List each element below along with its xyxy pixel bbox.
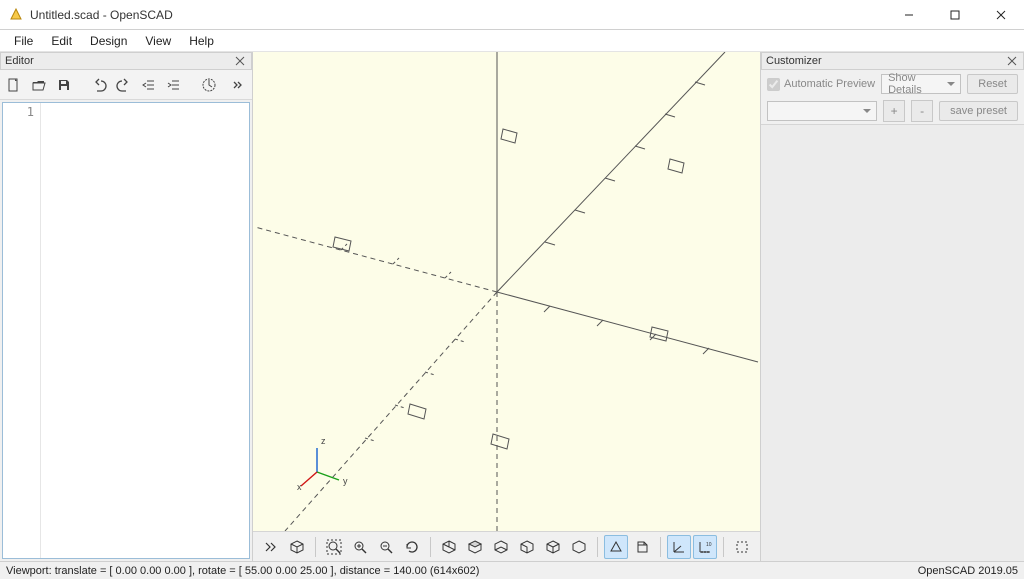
viewport-canvas[interactable]: z y x xyxy=(253,52,760,531)
menu-view[interactable]: View xyxy=(137,32,179,50)
minimize-button[interactable] xyxy=(886,0,932,30)
save-preset-button[interactable]: save preset xyxy=(939,101,1018,121)
status-version: OpenSCAD 2019.05 xyxy=(918,565,1018,577)
editor-panel: Editor 1 xyxy=(0,52,253,561)
editor-panel-title: Editor xyxy=(0,52,252,70)
menubar: File Edit Design View Help xyxy=(0,30,1024,52)
view-front-button[interactable] xyxy=(541,535,565,559)
customizer-panel-title: Customizer xyxy=(761,52,1024,70)
indent-button[interactable] xyxy=(163,74,184,96)
close-button[interactable] xyxy=(978,0,1024,30)
perspective-button[interactable] xyxy=(604,535,628,559)
render-preview-button[interactable] xyxy=(259,535,283,559)
remove-preset-button[interactable]: - xyxy=(911,100,933,122)
customizer-close-icon[interactable] xyxy=(1005,54,1019,68)
viewport-panel: z y x 10 xyxy=(253,52,760,561)
menu-design[interactable]: Design xyxy=(82,32,135,50)
preset-dropdown[interactable] xyxy=(767,101,877,121)
view-all-button[interactable] xyxy=(285,535,309,559)
preview-button[interactable] xyxy=(198,74,219,96)
view-top-button[interactable] xyxy=(463,535,487,559)
customizer-panel: Customizer Automatic Preview Show Detail… xyxy=(760,52,1024,561)
orthographic-button[interactable] xyxy=(630,535,654,559)
zoom-in-button[interactable] xyxy=(348,535,372,559)
menu-edit[interactable]: Edit xyxy=(43,32,80,50)
editor-toolbar xyxy=(0,70,252,100)
save-file-button[interactable] xyxy=(54,74,75,96)
window-title: Untitled.scad - OpenSCAD xyxy=(30,8,886,22)
status-viewport: Viewport: translate = [ 0.00 0.00 0.00 ]… xyxy=(6,565,479,577)
view-back-button[interactable] xyxy=(567,535,591,559)
show-details-label: Show Details xyxy=(888,72,942,96)
add-preset-button[interactable]: + xyxy=(883,100,905,122)
customizer-body xyxy=(761,125,1024,561)
view-right-button[interactable] xyxy=(437,535,461,559)
customizer-row-1: Automatic Preview Show Details Reset xyxy=(761,70,1024,98)
show-axes-button[interactable] xyxy=(667,535,691,559)
line-number-1: 1 xyxy=(3,105,34,119)
axis-y-label: y xyxy=(343,476,348,486)
customizer-row-2: + - save preset xyxy=(761,98,1024,125)
titlebar: Untitled.scad - OpenSCAD xyxy=(0,0,1024,30)
reset-view-button[interactable] xyxy=(400,535,424,559)
statusbar: Viewport: translate = [ 0.00 0.00 0.00 ]… xyxy=(0,561,1024,579)
app-icon xyxy=(8,7,24,23)
customizer-panel-label: Customizer xyxy=(766,55,822,67)
auto-preview-checkbox[interactable]: Automatic Preview xyxy=(767,78,875,91)
code-area[interactable] xyxy=(41,103,249,558)
show-crosshair-button[interactable] xyxy=(730,535,754,559)
maximize-button[interactable] xyxy=(932,0,978,30)
window-controls xyxy=(886,0,1024,30)
unindent-button[interactable] xyxy=(138,74,159,96)
view-left-button[interactable] xyxy=(515,535,539,559)
zoom-fit-button[interactable] xyxy=(322,535,346,559)
menu-file[interactable]: File xyxy=(6,32,41,50)
auto-preview-label: Automatic Preview xyxy=(784,78,875,90)
editor-close-icon[interactable] xyxy=(233,54,247,68)
show-scale-button[interactable]: 10 xyxy=(693,535,717,559)
undo-button[interactable] xyxy=(89,74,110,96)
workspace: Editor 1 xyxy=(0,52,1024,561)
editor-body[interactable]: 1 xyxy=(2,102,250,559)
editor-gutter: 1 xyxy=(3,103,41,558)
menu-help[interactable]: Help xyxy=(181,32,222,50)
svg-text:10: 10 xyxy=(706,542,712,548)
reset-button[interactable]: Reset xyxy=(967,74,1018,94)
new-file-button[interactable] xyxy=(4,74,25,96)
zoom-out-button[interactable] xyxy=(374,535,398,559)
toolbar-overflow-icon[interactable] xyxy=(227,74,248,96)
show-details-dropdown[interactable]: Show Details xyxy=(881,74,961,94)
open-file-button[interactable] xyxy=(29,74,50,96)
axis-z-label: z xyxy=(321,436,326,446)
viewport-toolbar: 10 xyxy=(253,531,760,561)
view-bottom-button[interactable] xyxy=(489,535,513,559)
axis-x-label: x xyxy=(297,482,302,492)
redo-button[interactable] xyxy=(114,74,135,96)
editor-panel-label: Editor xyxy=(5,55,34,67)
